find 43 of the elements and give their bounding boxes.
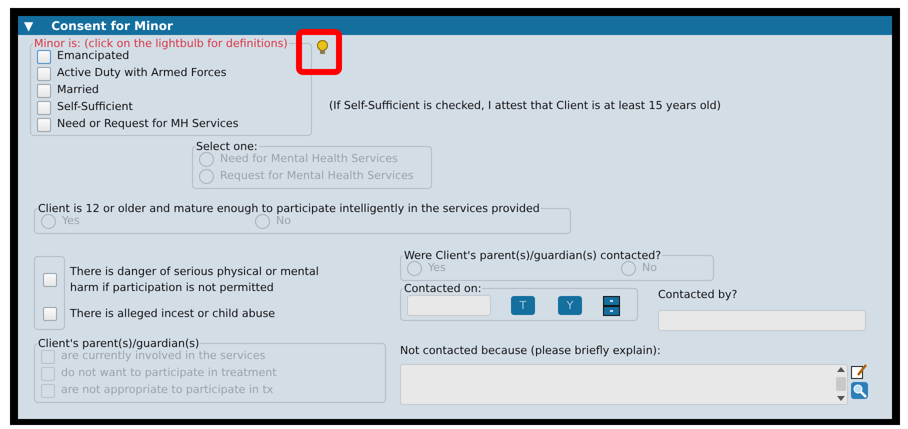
checkbox[interactable] [42, 273, 56, 287]
group-label: Minor is: (click on the lightbulb for definitions) [33, 38, 289, 49]
checkbox[interactable] [37, 66, 51, 80]
option-label: Emancipated [57, 48, 130, 64]
group-label: Select one: [195, 141, 259, 152]
group-label: Contacted on: [403, 283, 482, 294]
risk-label: There is alleged incest or child abuse [69, 306, 276, 322]
option-label: Need or Request for MH Services [57, 116, 238, 132]
checkbox[interactable] [42, 307, 56, 321]
option-label: Married [57, 82, 99, 98]
option-label: No [642, 260, 657, 276]
option-label: are not appropriate to participate in tx [61, 382, 274, 398]
option-label: Request for Mental Health Services [220, 168, 414, 184]
contacted-by-field[interactable] [658, 310, 866, 330]
checkbox[interactable] [37, 100, 51, 114]
field-label: Contacted by? [658, 287, 738, 303]
group-label: Client's parent(s)/guardian(s) [37, 338, 200, 349]
option-label: Yes [428, 260, 446, 276]
risk-label: There is danger of serious physical or mental harm if participation is not permitted [69, 264, 320, 296]
explanation-field[interactable] [400, 364, 848, 405]
checkbox[interactable] [37, 84, 51, 98]
search-icon[interactable] [851, 382, 868, 399]
option-label: Need for Mental Health Services [220, 151, 398, 168]
option-label: No [276, 214, 291, 230]
scrollbar[interactable] [835, 365, 847, 403]
date-shortcut-button[interactable]: T [511, 296, 535, 315]
checkbox[interactable] [37, 50, 51, 64]
section-title: Consent for Minor [51, 18, 173, 34]
checkbox[interactable] [37, 118, 51, 132]
attestation-note: (If Self-Sufficient is checked, I attest that Client is at least 15 years old) [329, 98, 721, 114]
lightbulb-icon[interactable] [316, 40, 329, 55]
option-label: Self-Sufficient [57, 99, 133, 116]
date-shortcut-button[interactable]: Y [558, 296, 582, 315]
group-label: Were Client's parent(s)/guardian(s) contacted? [403, 250, 662, 261]
field-label: Not contacted because (please briefly explain): [400, 342, 662, 358]
option-label: Active Duty with Armed Forces [57, 65, 226, 82]
option-label: do not want to participate in treatment [61, 365, 277, 382]
date-field[interactable] [407, 295, 491, 316]
edit-icon[interactable] [851, 364, 867, 379]
collapse-toggle[interactable]: ▼ [24, 16, 34, 34]
option-label: are currently involved in the services [61, 349, 266, 364]
group-label: Client is 12 or older and mature enough to participate intelligently in the services provided [37, 203, 541, 214]
option-label: Yes [62, 213, 80, 230]
